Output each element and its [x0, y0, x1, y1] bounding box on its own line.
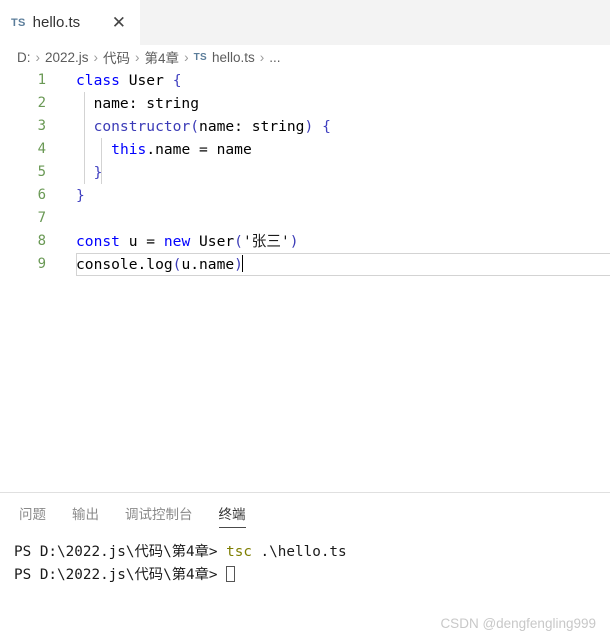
panel-tab-3[interactable]: 终端: [218, 503, 246, 528]
code-line-text: console.log(u.name): [46, 253, 244, 276]
breadcrumb-item-code[interactable]: 代码: [103, 47, 130, 67]
code-token: '张三': [242, 233, 290, 250]
line-number: 4: [37, 141, 46, 157]
code-line[interactable]: 3 constructor(name: string) {: [0, 115, 610, 138]
code-line-text: constructor(name: string) {: [46, 115, 331, 138]
code-lines-container: 1 class User {2 name: string 3 constructor…: [0, 69, 610, 276]
code-token: u =: [119, 233, 164, 250]
code-token: {: [172, 72, 182, 89]
code-token: constructor: [93, 118, 191, 135]
breadcrumb-separator-icon: ›: [184, 49, 189, 65]
line-number: 8: [37, 233, 46, 249]
breadcrumb-separator-icon: ›: [35, 49, 41, 65]
editor-tab-label: hello.ts: [32, 14, 81, 31]
editor-tab-bar: TS hello.ts ✕: [0, 0, 610, 45]
code-line-text: class User {: [46, 69, 181, 92]
code-token: this: [111, 141, 147, 158]
code-token: (: [234, 233, 243, 250]
line-number: 3: [37, 118, 46, 134]
code-token: }: [76, 187, 85, 204]
tab-bar-empty-space: [140, 0, 610, 45]
code-line[interactable]: 5 }: [0, 161, 610, 184]
code-token: new: [163, 233, 191, 250]
code-token: (: [190, 118, 200, 135]
csdn-watermark: CSDN @dengfengling999: [440, 616, 596, 631]
terminal-line: PS D:\2022.js\代码\第4章>: [14, 564, 610, 587]
code-line-text: this.name = name: [46, 138, 252, 161]
code-token: class: [76, 72, 120, 89]
code-token: ): [289, 233, 299, 250]
editor-tab-hello-ts[interactable]: TS hello.ts ✕: [0, 0, 140, 45]
panel-tab-2[interactable]: 调试控制台: [125, 503, 193, 528]
vscode-window: TS hello.ts ✕ D: › 2022.js › 代码 › 第4章 › …: [0, 0, 610, 638]
code-line[interactable]: 8 const u = new User('张三'): [0, 230, 610, 253]
text-cursor: [241, 255, 244, 272]
code-token: User: [128, 72, 164, 89]
code-token: name: string: [199, 118, 305, 135]
code-line[interactable]: 1 class User {: [0, 69, 610, 92]
breadcrumb-item-drive[interactable]: D:: [17, 50, 31, 65]
line-number: 6: [37, 187, 46, 203]
code-line[interactable]: 6}: [0, 184, 610, 207]
breadcrumb-item-2022js[interactable]: 2022.js: [45, 50, 89, 65]
terminal-command: tsc: [226, 544, 252, 560]
code-line-text: }: [46, 161, 103, 184]
breadcrumb-separator-icon: ›: [259, 49, 265, 65]
code-editor[interactable]: 1 class User {2 name: string 3 constructor…: [0, 69, 610, 492]
line-number: 5: [37, 164, 46, 180]
panel-tab-1[interactable]: 输出: [72, 503, 99, 528]
terminal-prompt: PS D:\2022.js\代码\第4章>: [14, 567, 227, 583]
code-token: console.log: [76, 256, 173, 273]
code-line-text: const u = new User('张三'): [46, 230, 299, 253]
code-line[interactable]: 7: [0, 207, 610, 230]
code-token: {: [322, 118, 331, 135]
line-number: 1: [37, 72, 46, 88]
line-number: 9: [37, 256, 46, 272]
terminal-argument: .\hello.ts: [251, 544, 347, 560]
code-token: }: [93, 164, 103, 181]
breadcrumb-item-symbols[interactable]: ...: [269, 50, 280, 65]
panel-tab-0[interactable]: 问题: [19, 503, 46, 528]
code-token: User: [190, 233, 235, 250]
code-line[interactable]: 9 console.log(u.name): [0, 253, 610, 276]
breadcrumb-item-chapter4[interactable]: 第4章: [145, 47, 180, 67]
breadcrumb: D: › 2022.js › 代码 › 第4章 › TS hello.ts › …: [0, 45, 610, 69]
code-line[interactable]: 4 this.name = name: [0, 138, 610, 161]
code-token: ): [304, 118, 314, 135]
terminal-prompt: PS D:\2022.js\代码\第4章>: [14, 544, 227, 560]
code-token: .name = name: [146, 141, 252, 158]
panel-tab-bar: 问题 输出 调试控制台 终端: [0, 493, 610, 538]
line-number: 7: [37, 210, 46, 226]
terminal-line: PS D:\2022.js\代码\第4章> tsc .\hello.ts: [14, 541, 610, 564]
breadcrumb-separator-icon: ›: [93, 49, 99, 65]
code-token: name: string: [76, 95, 200, 112]
typescript-file-icon: TS: [11, 16, 26, 29]
close-icon[interactable]: ✕: [112, 14, 126, 31]
code-line[interactable]: 2 name: string: [0, 92, 610, 115]
typescript-file-icon: TS: [193, 51, 207, 63]
code-line-text: name: string: [46, 92, 199, 115]
terminal-cursor: [226, 566, 236, 582]
code-line-text: }: [46, 184, 85, 207]
code-token: u.name: [181, 256, 235, 273]
line-number: 2: [37, 95, 46, 111]
breadcrumb-separator-icon: ›: [135, 49, 140, 65]
code-token: const: [76, 233, 120, 250]
breadcrumb-item-file[interactable]: hello.ts: [212, 50, 255, 65]
